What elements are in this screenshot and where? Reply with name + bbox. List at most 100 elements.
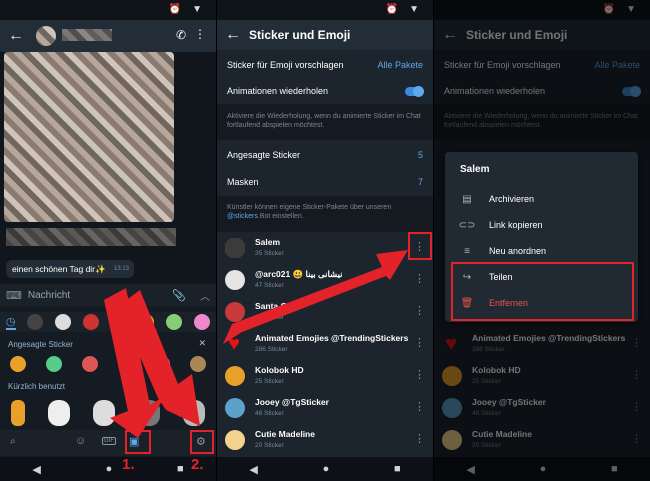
settings-app-bar: ← Sticker und Emoji xyxy=(217,20,433,50)
pack-name: Jooey @TgSticker xyxy=(255,397,329,407)
trending-sticker[interactable] xyxy=(118,356,134,372)
masks-label: Masken xyxy=(227,177,259,187)
recent-clock-icon[interactable]: ◷ xyxy=(5,315,16,330)
close-icon[interactable]: ✕ xyxy=(198,338,206,349)
loop-label: Animationen wiederholen xyxy=(227,86,329,96)
menu-item-label: Neu anordnen xyxy=(489,246,547,256)
trending-sticker[interactable] xyxy=(46,356,62,372)
pack-row-arc021[interactable]: @arc021 😃 نیشانی بینا 47 Sticker ⋮ xyxy=(217,264,433,296)
phone-icon[interactable]: ✆ xyxy=(176,28,186,42)
avatar[interactable] xyxy=(36,26,56,46)
nav-bar: ◀ ● ■ xyxy=(217,457,433,481)
chat-app-bar: ← ✆ ⋮ xyxy=(0,20,216,52)
artists-hint-text: Künstler können eigene Sticker-Pakete üb… xyxy=(227,204,392,211)
status-bar: ⏰ ▼ xyxy=(217,0,433,20)
trending-stickers-row xyxy=(0,354,216,374)
search-icon[interactable]: ⌕ xyxy=(10,436,16,447)
trending-sticker[interactable] xyxy=(154,356,170,372)
sticker-tabs: ◷ xyxy=(0,312,216,332)
chat-title-blurred[interactable] xyxy=(62,29,112,41)
trending-heading: Angesagte Sticker xyxy=(8,340,73,349)
menu-item-label: Archivieren xyxy=(489,194,535,204)
trending-sticker[interactable] xyxy=(82,356,98,372)
keyboard-icon[interactable]: ⌨ xyxy=(6,289,22,302)
more-vert-icon[interactable]: ⋮ xyxy=(414,336,425,349)
chat-screen: ⏰ ▼ ← ✆ ⋮ einen schönen Tag dir✨ 13:13 ⌨… xyxy=(0,0,216,481)
suggest-value: Alle Pakete xyxy=(377,60,423,70)
back-nav-icon[interactable]: ◀ xyxy=(249,463,257,476)
pack-row-animated-emojies[interactable]: ♥ Animated Emojies @TrendingStickers 286… xyxy=(217,328,433,360)
loop-toggle[interactable] xyxy=(405,85,424,97)
more-vert-icon[interactable]: ⋮ xyxy=(414,432,425,445)
more-icon[interactable]: ⋮ xyxy=(194,27,206,41)
pack-avatar-ghost xyxy=(225,270,245,290)
masks-count: 7 xyxy=(417,177,423,187)
pack-avatar-kolobok xyxy=(225,366,245,386)
sticker-settings-screen: ⏰ ▼ ← Sticker und Emoji Sticker für Emoj… xyxy=(217,0,433,481)
back-arrow-icon[interactable]: ← xyxy=(217,26,249,44)
page-title: Sticker und Emoji xyxy=(249,28,351,42)
loop-row[interactable]: Animationen wiederholen xyxy=(217,82,433,100)
sticker-tab-heart[interactable] xyxy=(110,314,127,330)
suggest-row[interactable]: Sticker für Emoji vorschlagen Alle Paket… xyxy=(217,56,433,74)
recent-sticker[interactable] xyxy=(182,400,205,426)
pack-avatar-santa xyxy=(225,302,245,322)
home-nav-icon[interactable]: ● xyxy=(323,463,330,475)
pack-name: Cutie Madeline xyxy=(255,429,315,439)
menu-item-label: Link kopieren xyxy=(489,220,543,230)
attach-icon[interactable]: 📎 xyxy=(172,289,186,302)
sticker-tab-ghost[interactable] xyxy=(55,314,72,330)
sticker-tab-madeline[interactable] xyxy=(194,314,211,330)
sticker-tab-jooey[interactable] xyxy=(166,314,183,330)
back-nav-icon[interactable]: ◀ xyxy=(32,463,40,476)
emoji-icon[interactable]: ☺ xyxy=(75,435,86,447)
pack-row-jooey[interactable]: Jooey @TgSticker 48 Sticker ⋮ xyxy=(217,392,433,424)
pack-name: @arc021 😃 نیشانی بینا xyxy=(255,269,343,279)
menu-title: Salem xyxy=(460,164,490,175)
sticker-tab-santa[interactable] xyxy=(82,314,99,330)
home-nav-icon[interactable]: ● xyxy=(106,463,113,475)
trending-sticker[interactable] xyxy=(10,356,26,372)
pack-row-cutie-madeline[interactable]: Cutie Madeline 20 Sticker ⋮ xyxy=(217,424,433,456)
back-arrow-icon[interactable]: ← xyxy=(0,27,32,45)
pack-row-salem[interactable]: Salem 35 Sticker ⋮ xyxy=(217,232,433,264)
blurred-image[interactable] xyxy=(4,52,174,222)
recent-sticker[interactable] xyxy=(137,400,160,426)
message-input[interactable]: Nachricht xyxy=(28,290,70,301)
recent-sticker[interactable] xyxy=(11,400,26,426)
suggest-label: Sticker für Emoji vorschlagen xyxy=(227,60,344,70)
status-bar: ⏰ ▼ xyxy=(0,0,216,20)
pack-avatar-cat xyxy=(225,238,245,258)
pack-row-kolobok[interactable]: Kolobok HD 25 Sticker ⋮ xyxy=(217,360,433,392)
more-vert-icon[interactable]: ⋮ xyxy=(414,304,425,317)
stickers-bot-link[interactable]: @stickers xyxy=(227,213,258,220)
pack-count: 35 Sticker xyxy=(255,250,284,257)
menu-item-archive[interactable]: ▤ Archivieren xyxy=(445,186,638,212)
artists-hint-text-2: Bot einstellen. xyxy=(259,213,304,221)
trending-row[interactable]: Angesagte Sticker 5 xyxy=(217,146,433,164)
more-vert-icon[interactable]: ⋮ xyxy=(414,272,425,285)
gif-icon[interactable]: GIF xyxy=(102,437,116,445)
recent-sticker[interactable] xyxy=(48,400,71,426)
menu-item-reorder[interactable]: ≡ Neu anordnen xyxy=(445,238,638,264)
recents-nav-icon[interactable]: ■ xyxy=(177,463,184,475)
artists-hint: Künstler können eigene Sticker-Pakete üb… xyxy=(217,203,433,222)
recents-nav-icon[interactable]: ■ xyxy=(394,463,401,475)
sticker-tab-cat[interactable] xyxy=(27,314,44,330)
message-bubble[interactable]: einen schönen Tag dir✨ 13:13 xyxy=(6,260,134,278)
more-vert-icon[interactable]: ⋮ xyxy=(414,400,425,413)
pack-avatar-madeline xyxy=(225,430,245,450)
menu-item-copy-link[interactable]: ⊂⊃ Link kopieren xyxy=(445,212,638,238)
more-vert-icon[interactable]: ⋮ xyxy=(414,368,425,381)
chevron-up-icon[interactable]: ︿ xyxy=(200,288,210,303)
step-2-label: 2. xyxy=(191,456,204,473)
sticker-tab-kolobok[interactable] xyxy=(138,314,155,330)
trending-sticker[interactable] xyxy=(190,356,206,372)
pack-row-santa-girl[interactable]: Santa Girl 20 Sticker ⋮ xyxy=(217,296,433,328)
recent-heading: Kürzlich benutzt xyxy=(8,382,65,391)
nav-bar: ◀ ● ■ xyxy=(0,457,216,481)
pack-count: 20 Sticker xyxy=(255,314,284,321)
masks-row[interactable]: Masken 7 xyxy=(217,173,433,191)
recent-sticker[interactable] xyxy=(92,400,115,426)
loop-hint: Aktiviere die Wiederholung, wenn du anim… xyxy=(227,113,421,130)
